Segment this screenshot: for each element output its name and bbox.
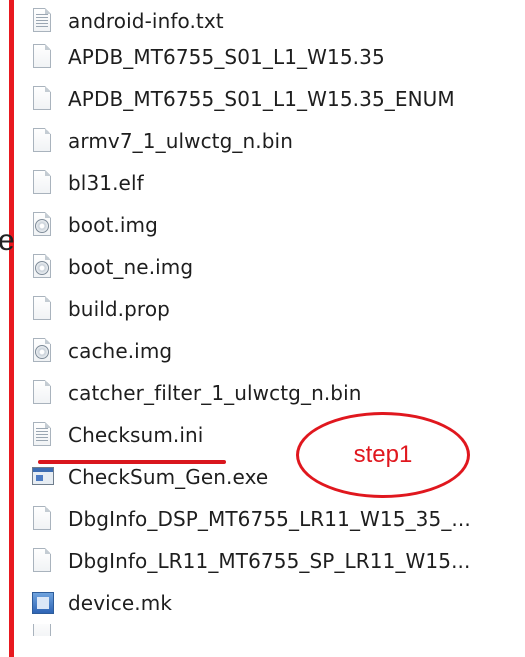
file-name: android-info.txt bbox=[68, 9, 224, 33]
mk-file-icon bbox=[30, 588, 56, 618]
screenshot-canvas: e android-info.txt APDB_MT6755_S01_L1_W1… bbox=[0, 0, 525, 657]
file-row-apdb[interactable]: APDB_MT6755_S01_L1_W15.35 bbox=[30, 36, 525, 78]
ini-file-icon bbox=[30, 420, 56, 450]
file-row-dbginfo-dsp[interactable]: DbgInfo_DSP_MT6755_LR11_W15_35_... bbox=[30, 498, 525, 540]
file-name: armv7_1_ulwctg_n.bin bbox=[68, 129, 293, 153]
file-name: Checksum.ini bbox=[68, 423, 204, 447]
file-icon bbox=[30, 378, 56, 408]
file-name: boot_ne.img bbox=[68, 255, 194, 279]
file-row-boot-img[interactable]: boot.img bbox=[30, 204, 525, 246]
red-border-line bbox=[9, 0, 14, 657]
disc-image-icon bbox=[30, 210, 56, 240]
file-icon bbox=[30, 294, 56, 324]
file-name: APDB_MT6755_S01_L1_W15.35 bbox=[68, 45, 385, 69]
clipped-text-fragment: e bbox=[0, 224, 15, 257]
file-icon bbox=[30, 168, 56, 198]
file-name: cache.img bbox=[68, 339, 173, 363]
file-row-cache-img[interactable]: cache.img bbox=[30, 330, 525, 372]
file-icon bbox=[30, 84, 56, 114]
file-row-catcher-filter[interactable]: catcher_filter_1_ulwctg_n.bin bbox=[30, 372, 525, 414]
file-icon bbox=[30, 546, 56, 576]
file-row-apdb-enum[interactable]: APDB_MT6755_S01_L1_W15.35_ENUM bbox=[30, 78, 525, 120]
file-row-boot-ne-img[interactable]: boot_ne.img bbox=[30, 246, 525, 288]
file-row-device-mk[interactable]: device.mk bbox=[30, 582, 525, 624]
file-name: bl31.elf bbox=[68, 171, 144, 195]
file-icon bbox=[30, 624, 56, 636]
file-row-clipped bbox=[30, 624, 525, 636]
file-row-dbginfo-lr11[interactable]: DbgInfo_LR11_MT6755_SP_LR11_W15... bbox=[30, 540, 525, 582]
file-name: DbgInfo_LR11_MT6755_SP_LR11_W15... bbox=[68, 549, 471, 573]
file-row-bl31[interactable]: bl31.elf bbox=[30, 162, 525, 204]
text-file-icon bbox=[30, 6, 56, 36]
disc-image-icon bbox=[30, 336, 56, 366]
file-name: CheckSum_Gen.exe bbox=[68, 465, 269, 489]
file-name: device.mk bbox=[68, 591, 173, 615]
exe-icon bbox=[30, 462, 56, 492]
file-name: boot.img bbox=[68, 213, 158, 237]
file-name: build.prop bbox=[68, 297, 170, 321]
file-name: APDB_MT6755_S01_L1_W15.35_ENUM bbox=[68, 87, 455, 111]
file-icon bbox=[30, 504, 56, 534]
file-icon bbox=[30, 42, 56, 72]
disc-image-icon bbox=[30, 252, 56, 282]
file-row-armv7[interactable]: armv7_1_ulwctg_n.bin bbox=[30, 120, 525, 162]
file-name: catcher_filter_1_ulwctg_n.bin bbox=[68, 381, 362, 405]
file-icon bbox=[30, 126, 56, 156]
file-list: android-info.txt APDB_MT6755_S01_L1_W15.… bbox=[30, 0, 525, 636]
file-name: DbgInfo_DSP_MT6755_LR11_W15_35_... bbox=[68, 507, 471, 531]
step-label: step1 bbox=[353, 441, 413, 468]
file-row-android-info[interactable]: android-info.txt bbox=[30, 6, 525, 36]
file-row-build-prop[interactable]: build.prop bbox=[30, 288, 525, 330]
red-underline-annotation bbox=[38, 460, 226, 464]
step-annotation-ellipse: step1 bbox=[296, 412, 470, 498]
